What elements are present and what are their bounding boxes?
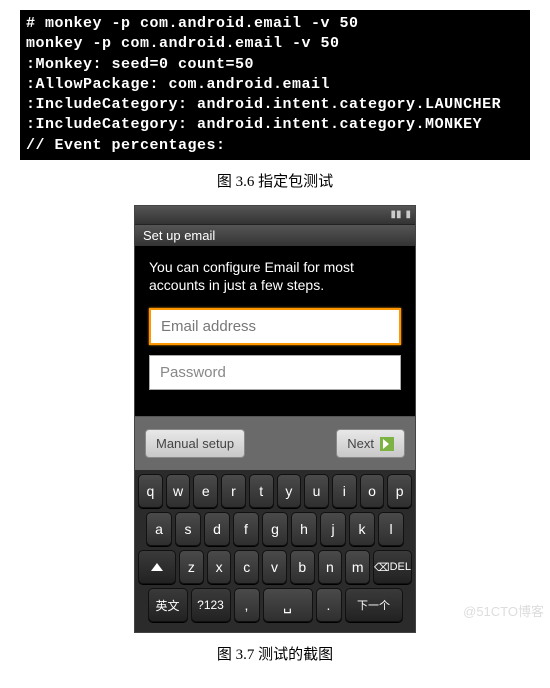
- key-l[interactable]: l: [378, 512, 404, 546]
- key-delete[interactable]: ⌫DEL: [373, 550, 412, 584]
- manual-setup-label: Manual setup: [156, 436, 234, 451]
- key-row-4: 英文 ?123 , ␣ . 下一个: [138, 588, 412, 622]
- key-m[interactable]: m: [345, 550, 370, 584]
- next-arrow-icon: [380, 437, 394, 451]
- shift-icon: [151, 563, 163, 571]
- manual-setup-button[interactable]: Manual setup: [145, 429, 245, 458]
- key-z[interactable]: z: [179, 550, 204, 584]
- key-d[interactable]: d: [204, 512, 230, 546]
- key-r[interactable]: r: [221, 474, 246, 508]
- key-y[interactable]: y: [277, 474, 302, 508]
- key-t[interactable]: t: [249, 474, 274, 508]
- key-b[interactable]: b: [290, 550, 315, 584]
- key-x[interactable]: x: [207, 550, 232, 584]
- key-o[interactable]: o: [360, 474, 385, 508]
- del-label: DEL: [390, 561, 411, 573]
- key-f[interactable]: f: [233, 512, 259, 546]
- watermark: @51CTO博客: [463, 601, 544, 620]
- key-lang[interactable]: 英文: [148, 588, 188, 622]
- key-v[interactable]: v: [262, 550, 287, 584]
- phone-screenshot: ▮▮ ▮ Set up email You can configure Emai…: [134, 205, 416, 633]
- key-a[interactable]: a: [146, 512, 172, 546]
- signal-icon: ▮▮: [390, 209, 401, 220]
- key-row-2: a s d f g h j k l: [138, 512, 412, 546]
- key-s[interactable]: s: [175, 512, 201, 546]
- key-w[interactable]: w: [166, 474, 191, 508]
- key-q[interactable]: q: [138, 474, 163, 508]
- email-field[interactable]: Email address: [149, 308, 401, 345]
- soft-keyboard: q w e r t y u i o p a s d f g h j k l: [135, 470, 415, 632]
- next-label: Next: [347, 436, 374, 451]
- key-next[interactable]: 下一个: [345, 588, 403, 622]
- figure-caption-1: 图 3.6 指定包测试: [20, 170, 530, 191]
- terminal-output: # monkey -p com.android.email -v 50 monk…: [20, 10, 530, 160]
- key-g[interactable]: g: [262, 512, 288, 546]
- battery-icon: ▮: [405, 209, 411, 220]
- key-p[interactable]: p: [387, 474, 412, 508]
- key-k[interactable]: k: [349, 512, 375, 546]
- key-h[interactable]: h: [291, 512, 317, 546]
- key-shift[interactable]: [138, 550, 176, 584]
- password-field[interactable]: Password: [149, 355, 401, 390]
- button-bar: Manual setup Next: [135, 416, 415, 470]
- key-j[interactable]: j: [320, 512, 346, 546]
- next-button[interactable]: Next: [336, 429, 405, 458]
- key-e[interactable]: e: [193, 474, 218, 508]
- key-comma[interactable]: ,: [234, 588, 260, 622]
- key-n[interactable]: n: [318, 550, 343, 584]
- key-row-1: q w e r t y u i o p: [138, 474, 412, 508]
- key-space[interactable]: ␣: [263, 588, 313, 622]
- figure-caption-2: 图 3.7 测试的截图: [20, 643, 530, 664]
- key-u[interactable]: u: [304, 474, 329, 508]
- window-title: Set up email: [135, 224, 415, 246]
- key-dot[interactable]: .: [316, 588, 342, 622]
- key-symbols[interactable]: ?123: [191, 588, 231, 622]
- key-i[interactable]: i: [332, 474, 357, 508]
- instruction-text: You can configure Email for most account…: [149, 258, 401, 294]
- key-row-3: z x c v b n m ⌫DEL: [138, 550, 412, 584]
- status-bar: ▮▮ ▮: [135, 206, 415, 224]
- key-c[interactable]: c: [234, 550, 259, 584]
